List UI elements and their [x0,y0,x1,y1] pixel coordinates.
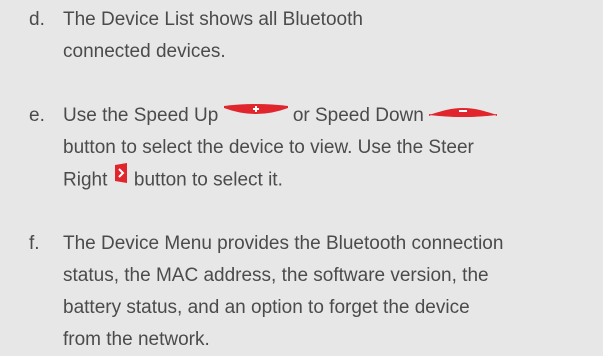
step-text-line: The Device List shows all Bluetooth [63,9,363,30]
step-text-line-1: Use the Speed Up or Speed Down [63,98,498,132]
step-text: or Speed Down [292,105,424,127]
step-text: button to select it. [133,169,283,191]
step-text-line: battery status, and an option to forget … [63,297,470,318]
step-text-line-2: button to select the device to view. Use… [63,137,474,158]
instruction-page: { "steps": [ { "letter": "d.", "lines": … [0,0,603,356]
step-letter: d. [29,9,45,30]
step-text-line: status, the MAC address, the software ve… [63,265,489,286]
step-text-line: from the network. [63,329,210,350]
step-text: Use the Speed Up [63,105,219,127]
speed-down-minus-icon [429,98,498,130]
step-text-line: connected devices. [63,41,226,62]
step-text-line-3: Right button to select it. [63,162,283,197]
step-text: Right [63,169,108,191]
step-text-line: The Device Menu provides the Bluetooth c… [63,233,504,254]
speed-up-plus-icon [223,98,288,130]
step-letter: f. [29,233,40,254]
steer-right-chevron-icon [113,162,129,195]
step-letter: e. [29,105,45,126]
